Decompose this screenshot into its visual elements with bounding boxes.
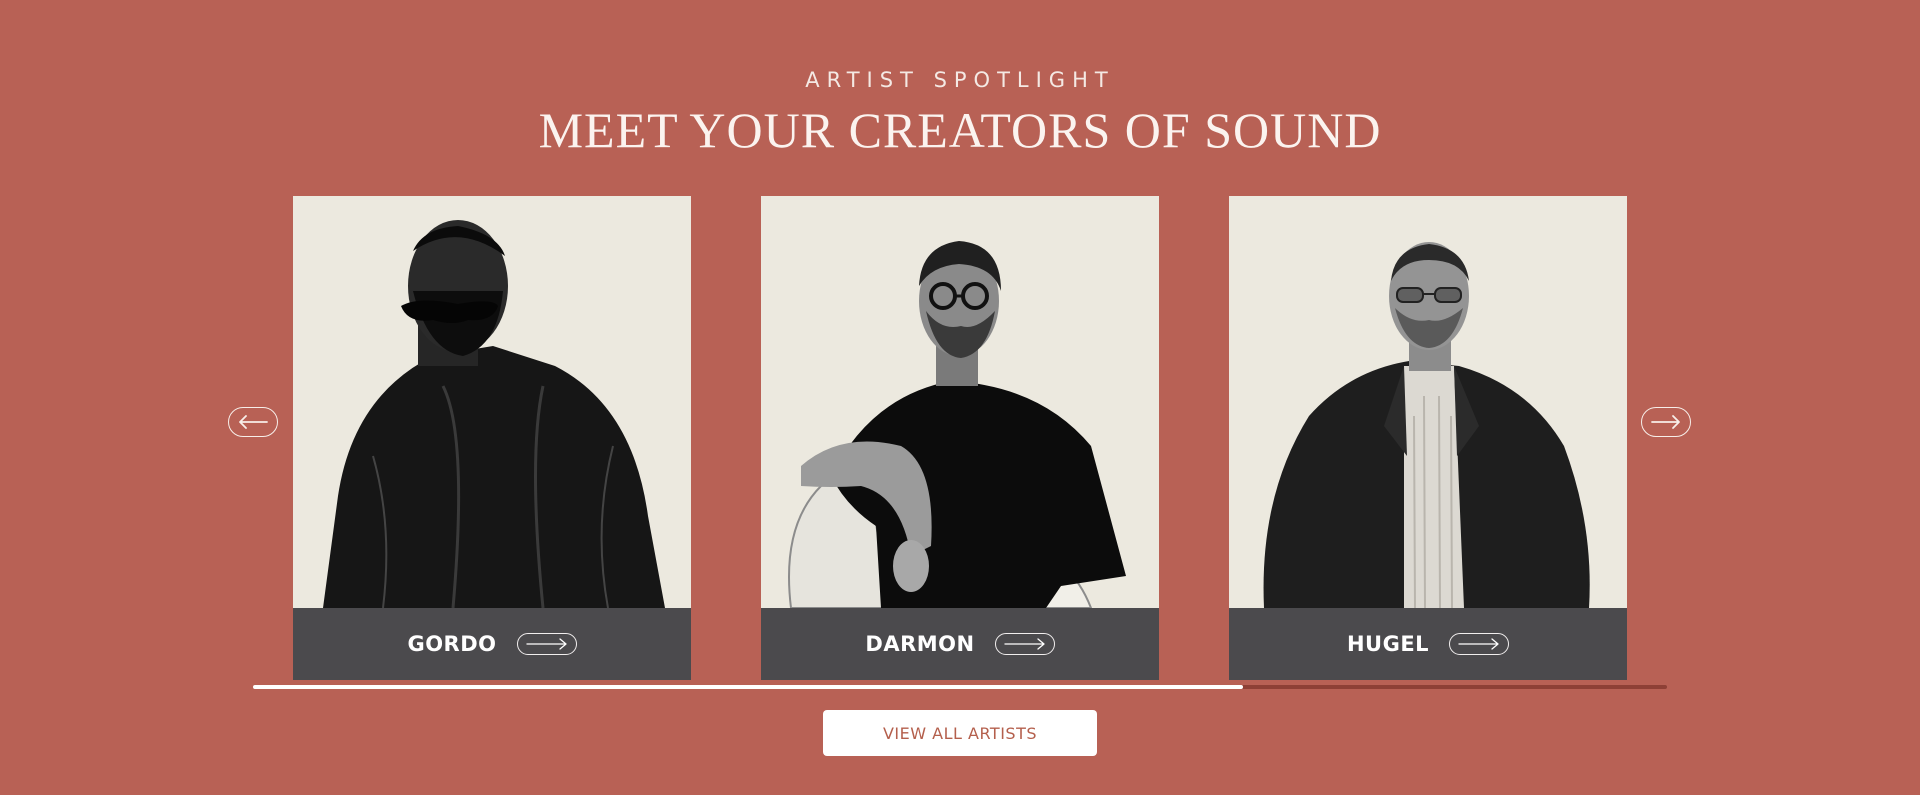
artist-name[interactable]: GORDO — [407, 632, 496, 656]
card-footer: GORDO — [293, 608, 691, 680]
section-title: MEET YOUR CREATORS OF SOUND — [538, 102, 1382, 158]
arrow-right-icon — [1651, 415, 1680, 429]
arrow-right-icon — [1003, 638, 1045, 650]
card-footer: DARMON — [761, 608, 1159, 680]
arrow-right-icon — [525, 638, 567, 650]
artist-link-button[interactable] — [516, 633, 577, 655]
artist-photo — [1229, 196, 1627, 608]
arrow-right-icon — [1458, 638, 1499, 650]
artist-name[interactable]: HUGEL — [1347, 632, 1429, 656]
artist-photo — [293, 196, 691, 608]
carousel-progress-track[interactable] — [253, 685, 1667, 689]
artist-card[interactable]: DARMON — [761, 196, 1159, 680]
view-all-artists-button[interactable]: VIEW ALL ARTISTS — [823, 710, 1097, 756]
arrow-left-icon — [239, 415, 268, 429]
artist-photo — [761, 196, 1159, 608]
artist-link-button[interactable] — [1449, 633, 1510, 655]
artist-link-button[interactable] — [994, 633, 1055, 655]
carousel-progress-fill — [253, 685, 1243, 689]
artist-card[interactable]: GORDO — [293, 196, 691, 680]
section-eyebrow: ARTIST SPOTLIGHT — [805, 68, 1115, 92]
artist-name[interactable]: DARMON — [865, 632, 974, 656]
artist-card[interactable]: HUGEL — [1229, 196, 1627, 680]
carousel-prev-button[interactable] — [228, 407, 278, 437]
card-footer: HUGEL — [1229, 608, 1627, 680]
carousel-next-button[interactable] — [1641, 407, 1691, 437]
